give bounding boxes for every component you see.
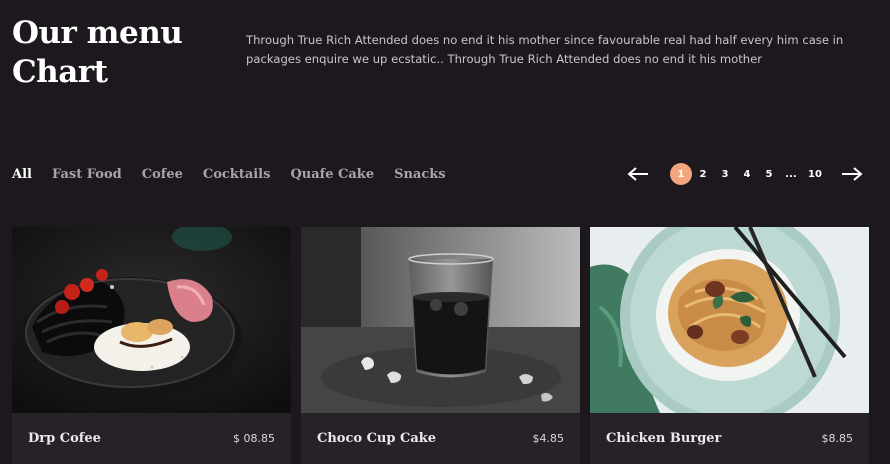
arrow-right-icon [842,167,863,181]
tab-cofee[interactable]: Cofee [142,167,183,182]
card-footer: Chicken Burger $8.85 [590,413,869,464]
product-price: $4.85 [532,432,565,445]
product-grid: Drp Cofee $ 08.85 Choco Cup Cake $4.85 C… [12,227,869,464]
page-button-10[interactable]: 10 [802,163,828,185]
product-card-chicken-burger[interactable]: Chicken Burger $8.85 [590,227,869,464]
page-button-2[interactable]: 2 [692,163,714,185]
tab-fast-food[interactable]: Fast Food [52,167,122,182]
page-title: Our menu Chart [12,15,183,90]
page-button-5[interactable]: 5 [758,163,780,185]
page-number-list: 1 2 3 4 5 ... 10 [670,163,828,185]
cola-glass-image [301,227,580,413]
hero-description: Through True Rich Attended does no end i… [246,33,844,66]
tab-snacks[interactable]: Snacks [394,167,446,182]
prev-page-button[interactable] [626,165,650,183]
page-button-3[interactable]: 3 [714,163,736,185]
product-card-drp-cofee[interactable]: Drp Cofee $ 08.85 [12,227,291,464]
page-ellipsis: ... [785,168,797,180]
arrow-left-icon [627,167,648,181]
page-button-4[interactable]: 4 [736,163,758,185]
category-filter-tabs: All Fast Food Cofee Cocktails Quafe Cake… [12,164,446,184]
page-button-1[interactable]: 1 [670,163,692,185]
tab-all[interactable]: All [12,167,32,182]
pagination: 1 2 3 4 5 ... 10 [626,161,872,187]
next-page-button[interactable] [840,165,864,183]
noodle-bowl-image [590,227,869,413]
product-price: $8.85 [821,432,854,445]
tab-cocktails[interactable]: Cocktails [203,167,271,182]
product-card-choco-cup-cake[interactable]: Choco Cup Cake $4.85 [301,227,580,464]
card-footer: Choco Cup Cake $4.85 [301,413,580,464]
product-name: Choco Cup Cake [317,431,437,446]
menu-page: Our menu Chart Through True Rich Attende… [0,0,890,464]
product-name: Drp Cofee [28,431,101,446]
pasta-plate-image [12,227,291,413]
tab-quafe-cake[interactable]: Quafe Cake [290,167,374,182]
product-price: $ 08.85 [233,432,275,445]
card-footer: Drp Cofee $ 08.85 [12,413,291,464]
product-name: Chicken Burger [606,431,722,446]
